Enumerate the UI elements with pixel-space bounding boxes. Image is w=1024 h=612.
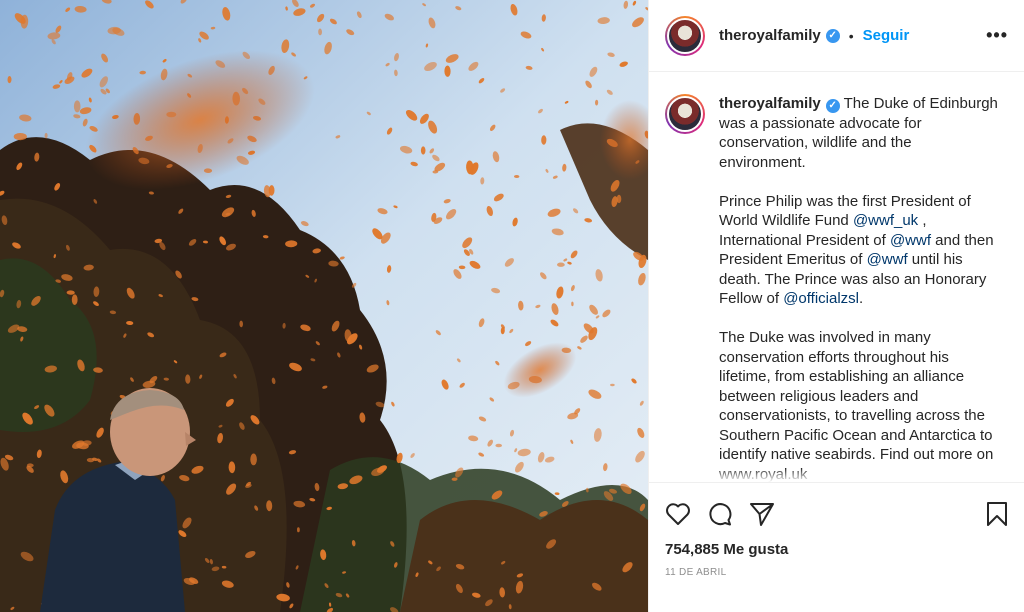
- caption-text: theroyalfamily ✓ The Duke of Edinburgh wa…: [719, 94, 1001, 482]
- post-actions: 754,885 Me gusta 11 de abril: [649, 482, 1024, 578]
- bookmark-icon[interactable]: [985, 501, 1009, 527]
- caption-avatar[interactable]: [665, 94, 705, 134]
- mention-link[interactable]: @officialzsl: [783, 290, 859, 307]
- mention-link[interactable]: @wwf: [890, 232, 931, 249]
- mention-link[interactable]: @wwf_uk: [853, 212, 918, 229]
- like-count[interactable]: 754,885 Me gusta: [665, 541, 1009, 558]
- caption-paragraph-3: The Duke was involved in many conservati…: [719, 329, 994, 482]
- mention-link[interactable]: @wwf: [867, 251, 908, 268]
- follow-button[interactable]: Seguir: [863, 27, 910, 44]
- post-date: 11 de abril: [665, 567, 727, 578]
- avatar[interactable]: [665, 15, 705, 56]
- separator-dot: •: [848, 27, 854, 44]
- butterfly-photo: [0, 0, 648, 612]
- caption-verified-icon: ✓: [825, 98, 840, 113]
- caption-paragraph-2: Prince Philip was the first President of…: [719, 192, 994, 308]
- username-link[interactable]: theroyalfamily: [719, 27, 821, 44]
- more-options-icon[interactable]: •••: [986, 25, 1008, 46]
- comment-icon[interactable]: [707, 501, 733, 527]
- caption-username[interactable]: theroyalfamily: [719, 95, 821, 112]
- post-header: theroyalfamily ✓ • Seguir •••: [649, 0, 1024, 72]
- verified-icon: ✓: [825, 28, 840, 43]
- post-side-panel: theroyalfamily ✓ • Seguir ••• theroyalfa…: [648, 0, 1024, 612]
- post-photo[interactable]: [0, 0, 648, 612]
- caption-area: theroyalfamily ✓ The Duke of Edinburgh wa…: [649, 72, 1024, 482]
- share-icon[interactable]: [749, 501, 775, 527]
- heart-icon[interactable]: [665, 502, 691, 526]
